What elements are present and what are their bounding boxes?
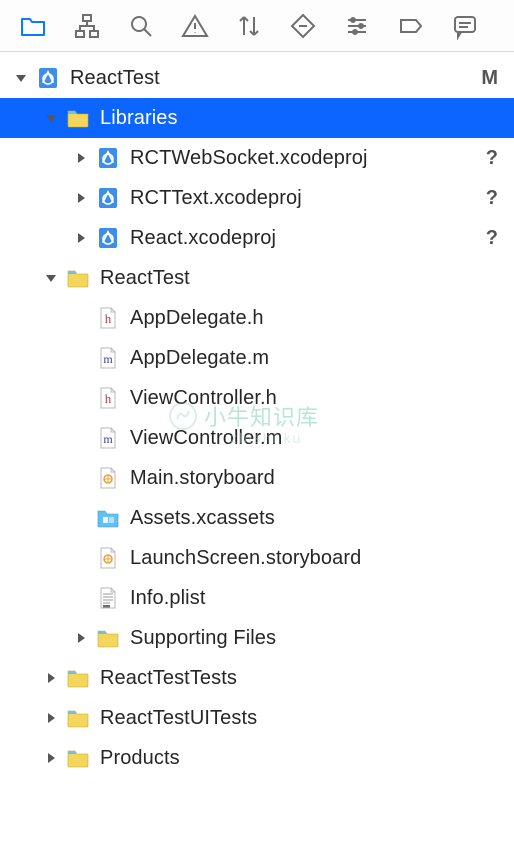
tree-row[interactable]: ViewController.h bbox=[0, 378, 514, 418]
scm-status-badge: M bbox=[481, 67, 498, 90]
tree-item-label: ReactTest bbox=[100, 267, 190, 290]
disclosure-triangle bbox=[72, 349, 90, 367]
project-tree: ReactTest M Libraries RCTWebSocket.xcodepro… bbox=[0, 52, 514, 778]
tree-row[interactable]: ReactTestUITests bbox=[0, 698, 514, 738]
tree-row[interactable]: ReactTestTests bbox=[0, 658, 514, 698]
tree-row[interactable]: Main.storyboard bbox=[0, 458, 514, 498]
tree-row[interactable]: Info.plist bbox=[0, 578, 514, 618]
toolbar-warning-button[interactable] bbox=[168, 0, 222, 52]
scm-status-badge: ? bbox=[486, 227, 498, 250]
arrows-icon bbox=[235, 12, 263, 40]
warning-icon bbox=[181, 12, 209, 40]
disclosure-triangle[interactable] bbox=[42, 269, 60, 287]
tree-item-label: RCTText.xcodeproj bbox=[130, 187, 302, 210]
tree-item-label: ReactTest bbox=[70, 67, 160, 90]
tree-row[interactable]: Assets.xcassets bbox=[0, 498, 514, 538]
tree-item-label: ViewController.m bbox=[130, 427, 282, 450]
xcodeproj-icon bbox=[96, 186, 120, 210]
tree-row[interactable]: AppDelegate.m bbox=[0, 338, 514, 378]
folder-icon bbox=[66, 746, 90, 770]
folder-icon bbox=[66, 106, 90, 130]
xcodeproj-icon bbox=[36, 66, 60, 90]
plist-icon bbox=[96, 586, 120, 610]
disclosure-triangle bbox=[72, 589, 90, 607]
tree-item-label: Info.plist bbox=[130, 587, 205, 610]
tree-row[interactable]: Products bbox=[0, 738, 514, 778]
disclosure-triangle[interactable] bbox=[42, 669, 60, 687]
folder-icon bbox=[66, 706, 90, 730]
scm-status-badge: ? bbox=[486, 147, 498, 170]
folder-icon bbox=[96, 626, 120, 650]
tree-row[interactable]: LaunchScreen.storyboard bbox=[0, 538, 514, 578]
toolbar-folder-button[interactable] bbox=[6, 0, 60, 52]
toolbar-hierarchy-button[interactable] bbox=[60, 0, 114, 52]
tree-item-label: React.xcodeproj bbox=[130, 227, 276, 250]
tree-row[interactable]: Supporting Files bbox=[0, 618, 514, 658]
hfile-icon bbox=[96, 386, 120, 410]
folder-icon bbox=[19, 12, 47, 40]
xcassets-icon bbox=[96, 506, 120, 530]
toolbar-diamond-button[interactable] bbox=[276, 0, 330, 52]
tree-row[interactable]: ReactTest M bbox=[0, 58, 514, 98]
search-icon bbox=[127, 12, 155, 40]
tree-item-label: AppDelegate.h bbox=[130, 307, 264, 330]
folder-icon bbox=[66, 666, 90, 690]
tree-item-label: LaunchScreen.storyboard bbox=[130, 547, 361, 570]
mfile-icon bbox=[96, 346, 120, 370]
tree-row[interactable]: ViewController.m bbox=[0, 418, 514, 458]
toolbar-search-button[interactable] bbox=[114, 0, 168, 52]
toolbar-controls-button[interactable] bbox=[330, 0, 384, 52]
navigator-toolbar bbox=[0, 0, 514, 52]
tree-item-label: ViewController.h bbox=[130, 387, 277, 410]
disclosure-triangle[interactable] bbox=[42, 749, 60, 767]
disclosure-triangle bbox=[72, 429, 90, 447]
tree-item-label: ReactTestTests bbox=[100, 667, 237, 690]
disclosure-triangle[interactable] bbox=[72, 149, 90, 167]
toolbar-tag-button[interactable] bbox=[384, 0, 438, 52]
tree-item-label: Libraries bbox=[100, 107, 178, 130]
tree-row[interactable]: React.xcodeproj? bbox=[0, 218, 514, 258]
disclosure-triangle[interactable] bbox=[72, 229, 90, 247]
tag-icon bbox=[397, 12, 425, 40]
storyboard-icon bbox=[96, 466, 120, 490]
tree-item-label: ReactTestUITests bbox=[100, 707, 257, 730]
toolbar-arrows-button[interactable] bbox=[222, 0, 276, 52]
toolbar-comment-button[interactable] bbox=[438, 0, 492, 52]
controls-icon bbox=[343, 12, 371, 40]
comment-icon bbox=[451, 12, 479, 40]
tree-row[interactable]: Libraries bbox=[0, 98, 514, 138]
mfile-icon bbox=[96, 426, 120, 450]
disclosure-triangle bbox=[72, 389, 90, 407]
disclosure-triangle bbox=[72, 309, 90, 327]
disclosure-triangle bbox=[72, 509, 90, 527]
storyboard-icon bbox=[96, 546, 120, 570]
folder-icon bbox=[66, 266, 90, 290]
disclosure-triangle[interactable] bbox=[72, 189, 90, 207]
scm-status-badge: ? bbox=[486, 187, 498, 210]
tree-row[interactable]: RCTWebSocket.xcodeproj? bbox=[0, 138, 514, 178]
hierarchy-icon bbox=[73, 12, 101, 40]
tree-row[interactable]: ReactTest bbox=[0, 258, 514, 298]
disclosure-triangle[interactable] bbox=[12, 69, 30, 87]
tree-item-label: Supporting Files bbox=[130, 627, 276, 650]
tree-item-label: RCTWebSocket.xcodeproj bbox=[130, 147, 367, 170]
tree-item-label: Main.storyboard bbox=[130, 467, 275, 490]
tree-item-label: AppDelegate.m bbox=[130, 347, 269, 370]
tree-item-label: Assets.xcassets bbox=[130, 507, 275, 530]
diamond-icon bbox=[289, 12, 317, 40]
xcodeproj-icon bbox=[96, 226, 120, 250]
hfile-icon bbox=[96, 306, 120, 330]
tree-row[interactable]: AppDelegate.h bbox=[0, 298, 514, 338]
disclosure-triangle[interactable] bbox=[42, 109, 60, 127]
disclosure-triangle bbox=[72, 549, 90, 567]
tree-item-label: Products bbox=[100, 747, 180, 770]
disclosure-triangle[interactable] bbox=[42, 709, 60, 727]
disclosure-triangle[interactable] bbox=[72, 629, 90, 647]
disclosure-triangle bbox=[72, 469, 90, 487]
tree-row[interactable]: RCTText.xcodeproj? bbox=[0, 178, 514, 218]
xcodeproj-icon bbox=[96, 146, 120, 170]
